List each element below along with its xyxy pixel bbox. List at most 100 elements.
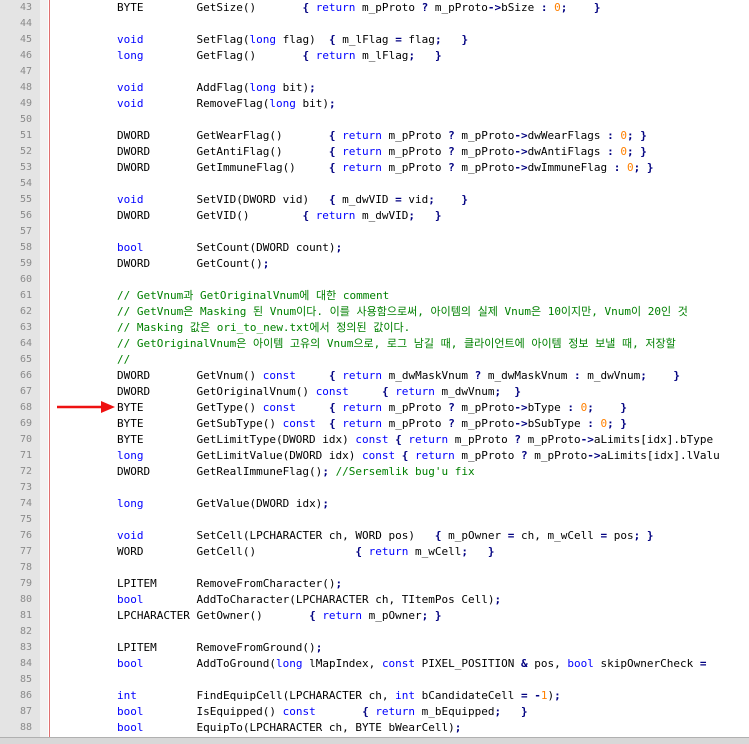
- code-token: void: [117, 81, 144, 94]
- code-line[interactable]: 50: [0, 112, 749, 128]
- line-number: 56: [19, 210, 32, 221]
- code-line[interactable]: 45 void SetFlag(long flag) { m_lFlag = fl…: [0, 32, 749, 48]
- code-line[interactable]: 57: [0, 224, 749, 240]
- code-line[interactable]: 52 DWORD GetAntiFlag() { return m_pProto …: [0, 144, 749, 160]
- code-token: bit): [295, 97, 329, 110]
- code-line[interactable]: 47: [0, 64, 749, 80]
- code-line[interactable]: 81 LPCHARACTER GetOwner() { return m_pOwn…: [0, 608, 749, 624]
- code-token: ;: [309, 81, 316, 94]
- code-line[interactable]: 76 void SetCell(LPCHARACTER ch, WORD pos)…: [0, 528, 749, 544]
- code-line[interactable]: 61 // GetVnum과 GetOriginalVnum에 대한 commen…: [0, 288, 749, 304]
- code-token: m_pProto: [454, 449, 522, 462]
- code-token: DWORD GetAntiFlag(): [117, 145, 329, 158]
- code-token: ;: [454, 721, 462, 734]
- code-line[interactable]: 79 LPITEM RemoveFromCharacter();: [0, 576, 749, 592]
- code-token: m_pOwner: [362, 609, 422, 622]
- code-line[interactable]: 58 bool SetCount(DWORD count);: [0, 240, 749, 256]
- code-token: const: [362, 449, 396, 462]
- code-token: m_pProto: [454, 145, 515, 158]
- code-token: m_pProto: [521, 433, 581, 446]
- code-token: =: [521, 689, 528, 702]
- code-line[interactable]: 64 // GetOriginalVnum은 아이템 고유의 Vnum으로, 로그…: [0, 336, 749, 352]
- code-line[interactable]: 84 bool AddToGround(long lMapIndex, const…: [0, 656, 749, 672]
- code-token: ch, m_wCell: [514, 529, 601, 542]
- code-token: }: [434, 609, 442, 622]
- code-token: ?: [448, 417, 455, 430]
- code-token: =: [699, 657, 707, 670]
- code-line[interactable]: 67 DWORD GetOriginalVnum() const { return…: [0, 384, 749, 400]
- code-line[interactable]: 55 void SetVID(DWORD vid) { m_dwVID = vid…: [0, 192, 749, 208]
- code-line[interactable]: 80 bool AddToCharacter(LPCHARACTER ch, TI…: [0, 592, 749, 608]
- code-line[interactable]: 43 BYTE GetSize() { return m_pProto ? m_p…: [0, 0, 749, 16]
- line-number: 51: [19, 130, 32, 141]
- code-token: bSize: [501, 1, 541, 14]
- code-line[interactable]: 66 DWORD GetVnum() const { return m_dwMas…: [0, 368, 749, 384]
- code-token: long: [117, 49, 144, 62]
- code-token: {: [328, 145, 336, 158]
- code-line[interactable]: 53 DWORD GetImmuneFlag() { return m_pProt…: [0, 160, 749, 176]
- line-code: //: [117, 352, 130, 368]
- code-token: ?: [448, 129, 455, 142]
- code-line[interactable]: 85: [0, 672, 749, 688]
- line-code: BYTE GetSize() { return m_pProto ? m_pPr…: [117, 0, 601, 16]
- code-line[interactable]: 71 long GetLimitValue(DWORD idx) const { …: [0, 448, 749, 464]
- line-number: 72: [19, 466, 32, 477]
- code-token: ->: [587, 449, 601, 462]
- code-token: ->: [580, 433, 594, 446]
- code-line[interactable]: 63 // Masking 값은 ori_to_new.txt에서 정의된 값이다…: [0, 320, 749, 336]
- code-token: ;: [262, 257, 270, 270]
- code-token: PIXEL_POSITION: [415, 657, 522, 670]
- code-token: long: [117, 449, 144, 462]
- code-line[interactable]: 56 DWORD GetVID() { return m_dwVID; }: [0, 208, 749, 224]
- code-token: dwImmuneFlag: [527, 161, 614, 174]
- code-line[interactable]: 51 DWORD GetWearFlag() { return m_pProto …: [0, 128, 749, 144]
- code-line[interactable]: 87 bool IsEquipped() const { return m_bEq…: [0, 704, 749, 720]
- code-token: const: [282, 417, 316, 430]
- code-line[interactable]: 72 DWORD GetRealImmuneFlag(); //Sersemlik…: [0, 464, 749, 480]
- code-token: return: [315, 1, 356, 14]
- code-line[interactable]: 46 long GetFlag() { return m_lFlag; }: [0, 48, 749, 64]
- line-number: 75: [19, 514, 32, 525]
- code-line[interactable]: 83 LPITEM RemoveFromGround();: [0, 640, 749, 656]
- code-token: return: [342, 129, 382, 142]
- code-token: ?: [448, 145, 455, 158]
- code-line[interactable]: 82: [0, 624, 749, 640]
- code-token: m_pProto: [454, 417, 515, 430]
- code-token: SetVID(DWORD vid): [143, 193, 329, 206]
- line-number: 52: [19, 146, 32, 157]
- code-line[interactable]: 44: [0, 16, 749, 32]
- code-line[interactable]: 49 void RemoveFlag(long bit);: [0, 96, 749, 112]
- code-token: m_pProto: [381, 161, 449, 174]
- code-editor[interactable]: 43 BYTE GetSize() { return m_pProto ? m_p…: [0, 0, 749, 737]
- line-number: 54: [19, 178, 32, 189]
- code-line[interactable]: 59 DWORD GetCount();: [0, 256, 749, 272]
- code-line[interactable]: 54: [0, 176, 749, 192]
- code-line[interactable]: 77 WORD GetCell() { return m_wCell; }: [0, 544, 749, 560]
- code-line[interactable]: 65 //: [0, 352, 749, 368]
- line-code: // Masking 값은 ori_to_new.txt에서 정의된 값이다.: [117, 320, 410, 336]
- code-line[interactable]: 88 bool EquipTo(LPCHARACTER ch, BYTE bWea…: [0, 720, 749, 736]
- code-line[interactable]: 75: [0, 512, 749, 528]
- code-line[interactable]: 78: [0, 560, 749, 576]
- code-token: bool: [117, 657, 144, 670]
- line-number: 76: [19, 530, 32, 541]
- code-line[interactable]: 69 BYTE GetSubType() const { return m_pPr…: [0, 416, 749, 432]
- code-token: ;: [607, 417, 614, 430]
- code-token: ;: [627, 129, 634, 142]
- line-code: DWORD GetVID() { return m_dwVID; }: [117, 208, 442, 224]
- code-token: ;: [315, 641, 323, 654]
- code-line[interactable]: 62 // GetVnum은 Masking 된 Vnum이다. 이를 사용함으로…: [0, 304, 749, 320]
- code-line[interactable]: 48 void AddFlag(long bit);: [0, 80, 749, 96]
- code-line[interactable]: 86 int FindEquipCell(LPCHARACTER ch, int …: [0, 688, 749, 704]
- line-number: 59: [19, 258, 32, 269]
- code-token: ->: [487, 1, 502, 14]
- code-line[interactable]: 74 long GetValue(DWORD idx);: [0, 496, 749, 512]
- code-token: ;: [627, 145, 634, 158]
- code-line[interactable]: 60: [0, 272, 749, 288]
- code-line[interactable]: 73: [0, 480, 749, 496]
- code-token: m_pProto: [381, 145, 449, 158]
- code-line[interactable]: 70 BYTE GetLimitType(DWORD idx) const { r…: [0, 432, 749, 448]
